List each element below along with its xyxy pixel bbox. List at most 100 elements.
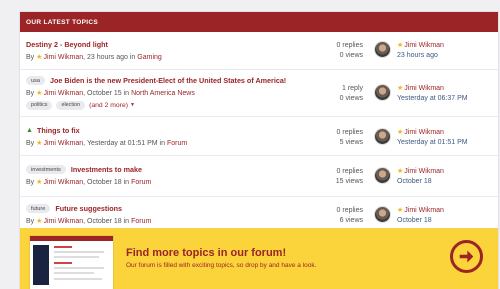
replies-count: 1 reply — [341, 85, 363, 92]
in-label: in — [123, 178, 130, 186]
latest-topics-widget: Our Latest Topics Destiny 2 - Beyond lig… — [19, 11, 499, 289]
star-icon: ★ — [36, 179, 43, 186]
star-icon: ★ — [36, 218, 43, 225]
topic-title-link[interactable]: Investments to make — [71, 165, 142, 174]
avatar[interactable] — [374, 206, 391, 223]
in-label: in — [123, 89, 130, 97]
topic-date: 23 hours ago — [87, 53, 128, 61]
topic-title-link[interactable]: Joe Biden is the new President-Elect of … — [50, 76, 286, 85]
star-icon: ★ — [36, 140, 43, 147]
topic-date: Yesterday at 01:51 PM — [87, 139, 158, 147]
last-post-time[interactable]: 23 hours ago — [397, 51, 444, 61]
in-label: in — [159, 139, 165, 147]
topic-meta: By ★ Jimi Wikman, 23 hours ago in Gaming — [26, 53, 162, 62]
topic-meta: By ★ Jimi Wikman, Yesterday at 01:51 PM … — [26, 139, 188, 148]
topic-main: Destiny 2 - Beyond light By ★ Jimi Wikma… — [26, 39, 326, 62]
forum-link[interactable]: Forum — [131, 218, 151, 225]
topic-title-link[interactable]: Destiny 2 - Beyond light — [26, 40, 108, 49]
author-link[interactable]: Jimi Wikman — [43, 179, 83, 186]
forum-preview-image — [29, 235, 114, 289]
last-poster: ★Jimi Wikman Yesterday at 06:37 PM — [397, 84, 468, 104]
topic-meta: By ★ Jimi Wikman, October 18 in Forum — [26, 217, 152, 226]
last-poster: ★Jimi Wikman 23 hours ago — [397, 41, 444, 61]
topic-prefix[interactable]: usa — [26, 76, 46, 85]
topic-title-link[interactable]: Things to fix — [37, 126, 80, 135]
in-label: in — [129, 53, 136, 61]
topic-main: ▲ Things to fix By ★ Jimi Wikman, Yester… — [26, 125, 326, 148]
by-label: By — [26, 53, 35, 61]
topic-stats: 0 replies 5 views — [328, 128, 363, 148]
topic-stats: 0 replies 15 views — [328, 167, 363, 187]
in-label: in — [123, 217, 130, 225]
topic-meta: By ★ Jimi Wikman, October 15 in North Am… — [26, 89, 195, 98]
topic-tags: politics election (and 2 more) ▼ — [26, 100, 326, 110]
last-poster-link[interactable]: Jimi Wikman — [404, 129, 444, 136]
avatar[interactable] — [374, 128, 391, 145]
last-poster: ★Jimi Wikman October 18 — [397, 206, 444, 226]
star-icon: ★ — [397, 168, 404, 175]
more-tags-label: (and 2 more) — [89, 101, 128, 109]
views-count: 5 views — [339, 139, 363, 146]
forum-link[interactable]: Gaming — [137, 54, 162, 61]
avatar[interactable] — [374, 41, 391, 58]
cta-text: Our forum is filled with exciting topics… — [126, 262, 317, 269]
last-poster-link[interactable]: Jimi Wikman — [404, 42, 444, 49]
topic-prefix[interactable]: investments — [26, 165, 66, 174]
by-label: By — [26, 89, 35, 97]
topic-row[interactable]: investments Investments to make By ★ Jim… — [20, 156, 498, 197]
forum-link[interactable]: Forum — [131, 179, 151, 186]
avatar[interactable] — [374, 84, 391, 101]
last-post-time[interactable]: Yesterday at 01:51 PM — [397, 138, 468, 148]
star-icon: ★ — [36, 90, 43, 97]
topic-stats: 0 replies 0 views — [328, 41, 363, 61]
author-link[interactable]: Jimi Wikman — [43, 54, 83, 61]
last-post-time[interactable]: October 18 — [397, 216, 444, 226]
star-icon: ★ — [397, 207, 404, 214]
topic-row[interactable]: ▲ Things to fix By ★ Jimi Wikman, Yester… — [20, 117, 498, 156]
views-count: 6 views — [339, 217, 363, 224]
topic-title-link[interactable]: Future suggestions — [55, 204, 122, 213]
forum-cta-banner[interactable]: Find more topics in our forum! Our forum… — [20, 228, 498, 289]
by-label: By — [26, 139, 35, 147]
views-count: 0 views — [339, 52, 363, 59]
forum-link[interactable]: North America News — [131, 90, 195, 97]
replies-count: 0 replies — [336, 207, 363, 214]
arrow-right-icon — [459, 250, 474, 263]
last-post-time[interactable]: October 18 — [397, 177, 444, 187]
author-link[interactable]: Jimi Wikman — [43, 90, 83, 97]
topic-date: October 18 — [87, 178, 122, 186]
replies-count: 0 replies — [336, 168, 363, 175]
topic-stats: 0 replies 6 views — [328, 206, 363, 226]
last-poster-link[interactable]: Jimi Wikman — [404, 168, 444, 175]
last-post-time[interactable]: Yesterday at 06:37 PM — [397, 94, 468, 104]
views-count: 0 views — [339, 95, 363, 102]
last-poster: ★Jimi Wikman October 18 — [397, 167, 444, 187]
replies-count: 0 replies — [336, 129, 363, 136]
more-tags-toggle[interactable]: (and 2 more) ▼ — [89, 102, 135, 109]
chevron-down-icon: ▼ — [130, 102, 135, 108]
last-poster-link[interactable]: Jimi Wikman — [404, 207, 444, 214]
topic-main: usa Joe Biden is the new President-Elect… — [26, 75, 326, 110]
author-link[interactable]: Jimi Wikman — [43, 140, 83, 147]
star-icon: ★ — [397, 129, 404, 136]
tag-election[interactable]: election — [56, 100, 86, 110]
forum-link[interactable]: Forum — [167, 140, 187, 147]
star-icon: ★ — [397, 85, 404, 92]
topic-stats: 1 reply 0 views — [328, 84, 363, 104]
topic-date: October 15 — [87, 89, 122, 97]
topic-prefix[interactable]: future — [26, 204, 51, 213]
avatar[interactable] — [374, 167, 391, 184]
arrow-right-circle-icon[interactable] — [450, 240, 483, 273]
last-poster: ★Jimi Wikman Yesterday at 01:51 PM — [397, 128, 468, 148]
topic-row[interactable]: usa Joe Biden is the new President-Elect… — [20, 70, 498, 117]
tag-politics[interactable]: politics — [26, 100, 53, 110]
cta-title: Find more topics in our forum! — [126, 247, 287, 259]
topic-meta: By ★ Jimi Wikman, October 18 in Forum — [26, 178, 152, 187]
author-link[interactable]: Jimi Wikman — [43, 218, 83, 225]
widget-header: Our Latest Topics — [20, 12, 498, 32]
topic-main: future Future suggestions By ★ Jimi Wikm… — [26, 203, 326, 226]
topic-row[interactable]: Destiny 2 - Beyond light By ★ Jimi Wikma… — [20, 32, 498, 70]
last-poster-link[interactable]: Jimi Wikman — [404, 85, 444, 92]
topic-main: investments Investments to make By ★ Jim… — [26, 164, 326, 187]
by-label: By — [26, 217, 35, 225]
